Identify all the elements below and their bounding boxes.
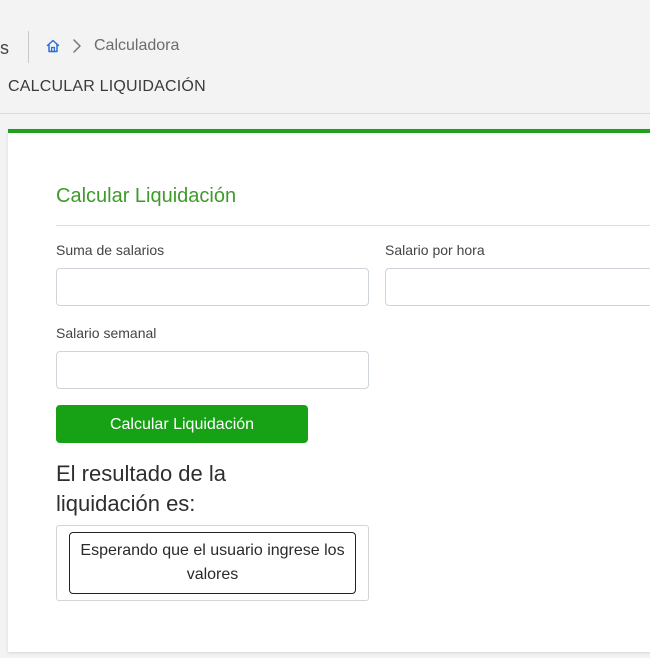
home-icon[interactable] <box>45 38 61 54</box>
result-panel: Esperando que el usuario ingrese los val… <box>56 525 369 601</box>
breadcrumb-previous[interactable]: s <box>0 38 9 59</box>
card-title: Calcular Liquidación <box>56 185 237 207</box>
liquidacion-card: Calcular Liquidación Suma de salarios Sa… <box>8 129 650 652</box>
salario-hora-input[interactable] <box>385 268 650 306</box>
card-divider <box>56 225 650 226</box>
suma-salarios-label: Suma de salarios <box>56 242 165 258</box>
result-message: Esperando que el usuario ingrese los val… <box>69 532 356 594</box>
suma-salarios-input[interactable] <box>56 268 369 306</box>
salario-hora-label: Salario por hora <box>385 242 485 258</box>
salario-semanal-input[interactable] <box>56 351 369 389</box>
calcular-liquidacion-button[interactable]: Calcular Liquidación <box>56 405 308 443</box>
breadcrumb-divider <box>28 31 29 63</box>
breadcrumb-current: Calculadora <box>94 37 180 54</box>
chevron-right-icon <box>73 39 81 53</box>
salario-semanal-label: Salario semanal <box>56 325 157 341</box>
page-title: CALCULAR LIQUIDACIÓN <box>8 78 206 95</box>
result-heading: El resultado de la liquidación es: <box>56 461 226 516</box>
page-header: s Calculadora CALCULAR LIQUIDACIÓN <box>0 8 650 114</box>
top-bar <box>0 0 650 8</box>
